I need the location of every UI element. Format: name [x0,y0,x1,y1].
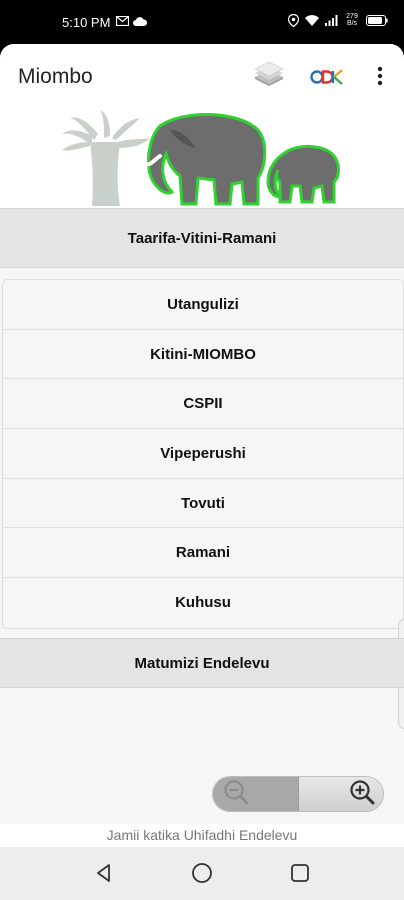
menu-item-cspii[interactable]: CSPII [3,379,403,430]
status-bar: 5:10 PM 279 B/s [0,0,404,44]
net-speed: 279 B/s [344,13,360,27]
baobab-tree-icon [62,110,150,206]
net-speed-unit: B/s [346,20,358,27]
app-title: Miombo [18,65,93,88]
signal-icon [325,14,338,26]
app-banner [0,108,404,208]
net-speed-value: 279 [346,13,358,20]
zoom-in-button[interactable] [298,777,383,811]
status-time: 5:10 PM [62,15,111,30]
zoom-control [212,776,384,812]
gmail-icon [115,14,130,29]
section-header-sustainable-use[interactable]: Matumizi Endelevu [0,638,404,688]
app-screen: Miombo Taarifa-Vitini-Ramani Utangulizi … [0,44,404,847]
elephant-large-icon [144,112,267,206]
menu-item-vipeperushi[interactable]: Vipeperushi [3,429,403,479]
menu-item-tovuti[interactable]: Tovuti [3,479,403,529]
more-vert-icon[interactable] [370,64,390,88]
zoom-out-button[interactable] [213,777,298,811]
banner-illustration [62,110,340,206]
menu-item-kuhusu[interactable]: Kuhusu [3,578,403,628]
zoom-in-icon [349,779,375,810]
menu-item-ramani[interactable]: Ramani [3,528,403,579]
system-nav-bar [0,847,404,900]
odk-logo-icon[interactable] [310,65,346,89]
location-icon [288,13,299,27]
recents-icon[interactable] [288,861,312,885]
menu-item-kitini-miombo[interactable]: Kitini-MIOMBO [3,330,403,380]
elephant-small-icon [266,145,340,204]
battery-icon [366,14,388,26]
section-header-info: Taarifa-Vitini-Ramani [0,208,404,268]
layers-icon[interactable] [252,61,286,92]
menu-item-utangulizi[interactable]: Utangulizi [3,280,403,330]
app-bar: Miombo [0,44,404,108]
menu-list: Utangulizi Kitini-MIOMBO CSPII Vipeperus… [2,279,404,629]
home-icon[interactable] [190,861,214,885]
status-right-icons: 279 B/s [288,13,388,27]
status-left-icons [115,14,148,29]
zoom-out-icon [223,779,249,810]
back-icon[interactable] [92,861,116,885]
wifi-icon [305,14,319,26]
cloud-icon [133,14,148,29]
footer-tagline: Jamii katika Uhifadhi Endelevu [0,824,404,847]
